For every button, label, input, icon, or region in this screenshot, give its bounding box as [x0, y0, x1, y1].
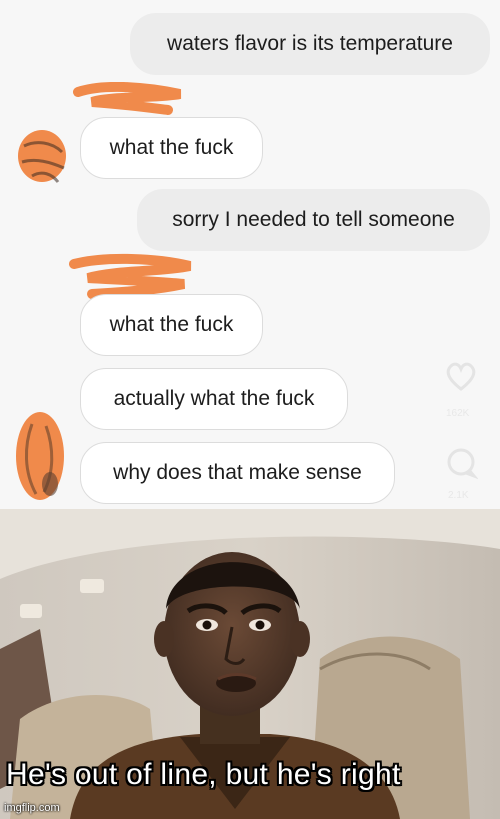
censor-scribble-avatar: [18, 130, 66, 183]
comment-count: 2.1K: [448, 490, 469, 501]
message-text: waters flavor is its temperature: [167, 32, 453, 55]
message-bubble-incoming: why does that make sense: [80, 442, 395, 504]
message-bubble-outgoing: waters flavor is its temperature: [130, 13, 490, 75]
comment-icon: [447, 448, 478, 480]
chat-screenshot: waters flavor is its temperature what th…: [0, 0, 500, 509]
message-bubble-incoming: what the fuck: [80, 294, 263, 356]
censor-scribble-name: [73, 82, 182, 115]
message-text: why does that make sense: [113, 461, 362, 484]
message-bubble-incoming: what the fuck: [80, 117, 263, 179]
imgflip-watermark: imgflip.com: [4, 802, 60, 814]
message-bubble-incoming: actually what the fuck: [80, 368, 348, 430]
like-count: 162K: [446, 408, 470, 419]
message-text: what the fuck: [109, 136, 234, 159]
heart-icon: [446, 362, 476, 391]
message-text: what the fuck: [109, 313, 234, 336]
censor-scribble-avatar: [16, 412, 64, 500]
meme-photo: He's out of line, but he's right imgflip…: [0, 509, 500, 819]
message-bubble-outgoing: sorry I needed to tell someone: [137, 189, 490, 251]
message-text: sorry I needed to tell someone: [172, 208, 455, 231]
message-text: actually what the fuck: [113, 387, 315, 410]
meme-caption: He's out of line, but he's right: [6, 758, 401, 791]
